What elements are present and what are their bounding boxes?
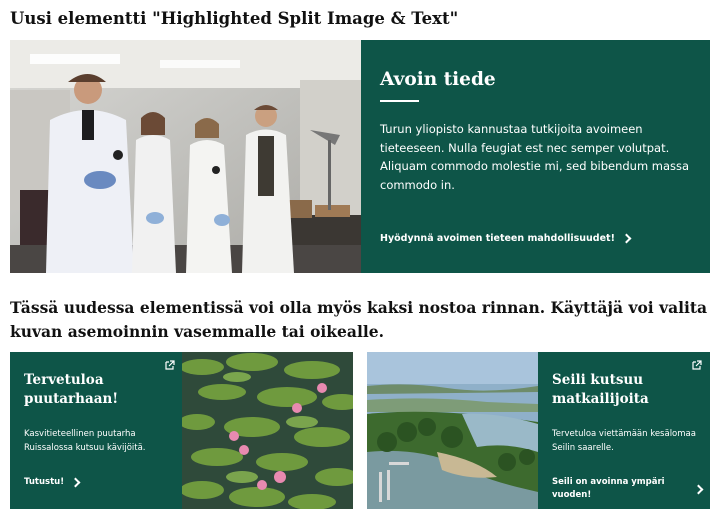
highlighted-split-block: Avoin tiede Turun yliopisto kannustaa tu… bbox=[10, 40, 710, 273]
split-text-panel: Avoin tiede Turun yliopisto kannustaa tu… bbox=[361, 40, 710, 273]
page-heading-2: Tässä uudessa elementissä voi olla myös … bbox=[10, 298, 708, 341]
split-link-label: Hyödynnä avoimen tieteen mahdollisuudet! bbox=[380, 232, 615, 244]
card-title: Tervetuloa puutarhaan! bbox=[24, 372, 119, 407]
external-link-icon bbox=[165, 360, 175, 370]
split-title: Avoin tiede bbox=[380, 69, 496, 90]
card-link-label: Tutustu! bbox=[24, 477, 65, 487]
feature-card-garden[interactable]: Tervetuloa puutarhaan! Kasvitieteellinen… bbox=[10, 352, 353, 509]
card-body-text: Kasvitieteellinen puutarha Ruissalossa k… bbox=[24, 429, 146, 453]
archipelago-image bbox=[367, 352, 538, 509]
title-underline bbox=[380, 100, 419, 102]
water-lilies-illustration bbox=[182, 352, 353, 509]
card-title: Seili kutsuu matkailijoita bbox=[552, 372, 649, 407]
card-link[interactable]: Seili on avoinna ympäri vuoden! bbox=[552, 476, 704, 502]
split-link[interactable]: Hyödynnä avoimen tieteen mahdollisuudet! bbox=[380, 229, 632, 247]
card-body-text: Tervetuloa viettämään kesälomaa Seilin s… bbox=[552, 429, 696, 453]
card-text-panel: Seili kutsuu matkailijoita Tervetuloa vi… bbox=[538, 352, 710, 509]
chevron-right-icon bbox=[70, 477, 81, 488]
split-body-text: Turun yliopisto kannustaa tutkijoita avo… bbox=[380, 122, 690, 192]
lab-photo-illustration bbox=[10, 40, 361, 273]
card-text-panel: Tervetuloa puutarhaan! Kasvitieteellinen… bbox=[10, 352, 182, 509]
feature-card-seili[interactable]: Seili kutsuu matkailijoita Tervetuloa vi… bbox=[367, 352, 710, 509]
lab-researchers-image bbox=[10, 40, 361, 273]
chevron-right-icon bbox=[693, 484, 704, 494]
external-link-icon bbox=[692, 360, 702, 370]
archipelago-illustration bbox=[367, 352, 538, 509]
chevron-right-icon bbox=[621, 233, 632, 243]
card-link[interactable]: Tutustu! bbox=[24, 476, 174, 489]
water-lilies-image bbox=[182, 352, 353, 509]
card-link-label: Seili on avoinna ympäri vuoden! bbox=[552, 477, 665, 500]
page-heading-1: Uusi elementti "Highlighted Split Image … bbox=[10, 9, 459, 28]
